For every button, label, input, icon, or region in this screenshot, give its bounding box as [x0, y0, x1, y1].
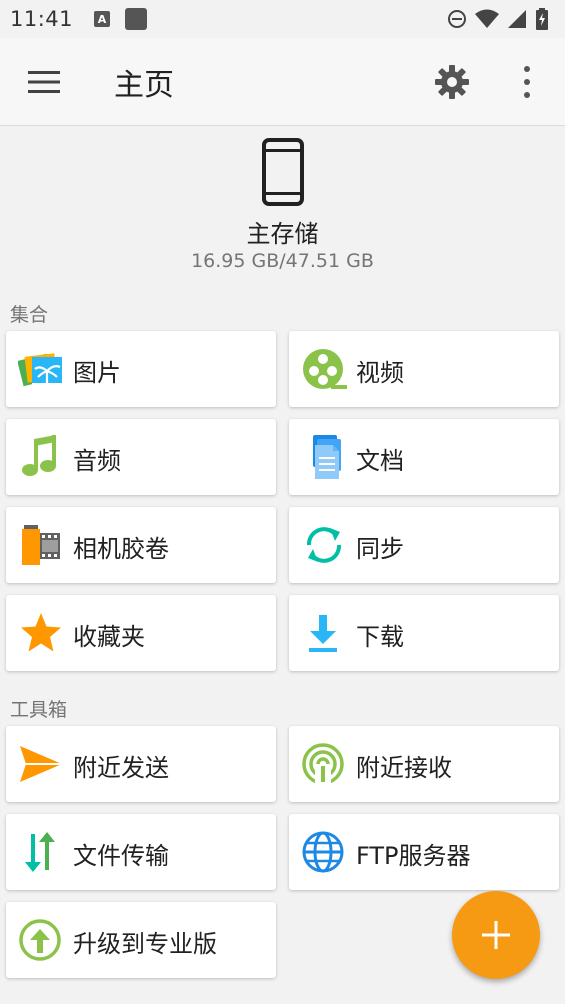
more-vert-icon	[524, 66, 530, 98]
tool-nearby-receive[interactable]: 附近接收	[289, 726, 559, 802]
collection-download[interactable]: 下载	[289, 595, 559, 671]
collection-sync[interactable]: 同步	[289, 507, 559, 583]
svg-text:A: A	[98, 13, 107, 26]
plus-icon	[482, 921, 510, 949]
tool-upgrade-pro[interactable]: 升级到专业版	[6, 902, 276, 978]
collection-label: 音频	[73, 447, 121, 475]
main-storage[interactable]: 主存储 16.95 GB/47.51 GB	[0, 126, 565, 296]
do-not-disturb-icon	[448, 10, 466, 28]
more-options-button[interactable]	[512, 62, 542, 102]
hamburger-icon	[28, 71, 60, 93]
tool-nearby-send[interactable]: 附近发送	[6, 726, 276, 802]
collection-favorites[interactable]: 收藏夹	[6, 595, 276, 671]
documents-icon	[313, 435, 341, 479]
globe-icon	[302, 831, 344, 873]
add-fab-button[interactable]	[452, 891, 540, 979]
page-title: 主页	[114, 68, 174, 103]
collection-label: 收藏夹	[73, 623, 145, 651]
tool-label: FTP服务器	[356, 842, 471, 870]
upgrade-icon	[19, 919, 61, 961]
collection-pictures[interactable]: 图片	[6, 331, 276, 407]
transfer-icon	[25, 832, 55, 872]
send-icon	[20, 746, 62, 782]
download-icon	[309, 615, 337, 652]
collection-label: 相机胶卷	[73, 535, 169, 563]
tool-file-transfer[interactable]: 文件传输	[6, 814, 276, 890]
menu-button[interactable]	[22, 64, 66, 100]
sync-icon	[307, 527, 341, 563]
battery-icon	[536, 8, 548, 30]
storage-name: 主存储	[246, 220, 319, 248]
collection-label: 同步	[356, 535, 404, 563]
collection-label: 图片	[73, 359, 121, 387]
font-notification-icon: A	[94, 11, 111, 27]
video-icon	[303, 349, 347, 389]
collection-label: 下载	[356, 623, 404, 651]
status-time: 11:41	[10, 7, 74, 31]
collection-label: 文档	[356, 447, 404, 475]
pictures-icon	[18, 353, 62, 387]
wifi-icon	[475, 9, 499, 28]
tool-label: 升级到专业版	[73, 930, 217, 958]
camera-roll-icon	[22, 525, 60, 565]
app-bar: 主页	[0, 38, 565, 126]
collection-documents[interactable]: 文档	[289, 419, 559, 495]
phone-icon	[262, 138, 304, 206]
app-notification-icon	[125, 8, 148, 30]
collection-video[interactable]: 视频	[289, 331, 559, 407]
settings-button[interactable]	[432, 62, 472, 102]
tool-ftp-server[interactable]: FTP服务器	[289, 814, 559, 890]
tool-label: 文件传输	[73, 842, 169, 870]
tool-label: 附近发送	[73, 754, 169, 782]
signal-icon	[508, 10, 526, 28]
collection-label: 视频	[356, 359, 404, 387]
collection-camera-roll[interactable]: 相机胶卷	[6, 507, 276, 583]
tool-label: 附近接收	[356, 754, 452, 782]
receive-icon	[302, 743, 344, 786]
collection-audio[interactable]: 音频	[6, 419, 276, 495]
section-collections-label: 集合	[10, 304, 49, 326]
star-icon	[21, 613, 61, 652]
status-bar: 11:41 A	[0, 0, 565, 38]
gear-icon	[435, 65, 469, 99]
storage-size: 16.95 GB/47.51 GB	[191, 250, 374, 272]
audio-icon	[22, 435, 56, 476]
section-toolbox-label: 工具箱	[10, 699, 68, 721]
